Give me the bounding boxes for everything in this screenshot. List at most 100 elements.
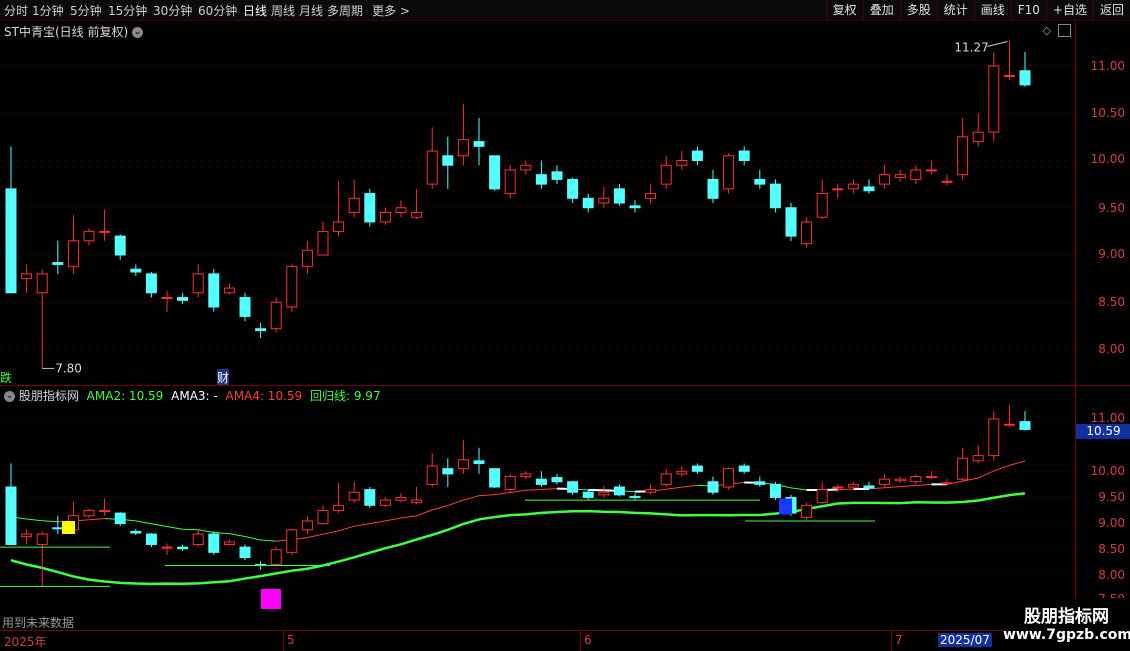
yellow-signal-marker	[62, 521, 75, 534]
ind-candle	[271, 550, 281, 565]
main-candle	[287, 266, 297, 307]
main-candle	[427, 151, 437, 184]
main-candle	[178, 298, 188, 301]
period-toolbar: 分时 1分钟 5分钟 15分钟 30分钟 60分钟 日线 周线 月线 多周期 更…	[0, 0, 1130, 21]
ama-line-segment	[261, 540, 277, 541]
f10-button[interactable]: F10	[1011, 0, 1046, 20]
y-tick: 11.00	[1091, 411, 1125, 425]
main-candle	[958, 137, 968, 175]
main-candle	[131, 269, 141, 272]
adjust-button[interactable]: 复权	[826, 0, 863, 20]
main-candle	[365, 194, 375, 222]
ind-candle	[911, 477, 921, 482]
ama-line-segment	[510, 490, 526, 492]
main-candle	[318, 231, 328, 255]
main-candle	[100, 231, 110, 232]
ind-candle	[427, 466, 437, 484]
main-candle	[895, 175, 905, 178]
main-candle	[84, 231, 94, 240]
ind-candle	[708, 482, 718, 492]
tf-intraday[interactable]: 分时	[4, 2, 28, 19]
y-tick: 8.50	[1098, 542, 1125, 556]
watermark: 股朋指标网 www.7gpzb.com	[1003, 598, 1130, 650]
ind-candle	[22, 534, 32, 537]
main-candle	[209, 274, 219, 307]
tf-15min[interactable]: 15分钟	[108, 2, 147, 19]
tf-60min[interactable]: 60分钟	[198, 2, 237, 19]
main-candle	[786, 208, 796, 236]
tf-monthly[interactable]: 月线	[299, 2, 323, 19]
regression-line	[11, 493, 1025, 584]
main-chart-panel[interactable]: ST中青宝(日线 前复权) ⌄ ◇ 11.277.80 跌 财	[0, 21, 1075, 385]
tf-1min[interactable]: 1分钟	[32, 2, 64, 19]
main-candle	[552, 172, 562, 180]
main-candle	[6, 189, 16, 293]
ama-line-segment	[401, 516, 417, 518]
ind-candle	[833, 487, 843, 488]
ama-line-segment	[89, 519, 105, 520]
tf-multi-period[interactable]: 多周期	[327, 2, 363, 19]
multi-stock-button[interactable]: 多股	[900, 0, 937, 20]
main-candle	[68, 241, 78, 267]
tf-daily[interactable]: 日线	[243, 2, 267, 19]
ind-candle	[692, 466, 702, 471]
main-candle	[724, 156, 734, 189]
tf-5min[interactable]: 5分钟	[70, 2, 102, 19]
main-candle	[739, 151, 749, 160]
ind-candle	[224, 542, 234, 545]
date-label: 7	[895, 633, 903, 647]
tf-more[interactable]: 更多 >	[372, 2, 410, 19]
main-candle	[1020, 71, 1030, 85]
toolbar-right-buttons: 复权 叠加 多股 统计 画线 F10 +自选 返回	[826, 0, 1130, 20]
ind-candle	[817, 490, 827, 503]
finance-marker[interactable]: 财	[217, 369, 229, 386]
ind-candle	[770, 484, 780, 497]
ama-line-segment	[323, 531, 339, 534]
main-candle	[240, 298, 250, 317]
ama-line-segment	[526, 490, 542, 491]
main-candle	[412, 212, 422, 217]
ama-line-segment	[885, 487, 901, 488]
y-tick: 8.00	[1098, 568, 1125, 582]
ind-candle	[334, 505, 344, 510]
indicator-chart	[0, 386, 1075, 630]
draw-button[interactable]: 画线	[974, 0, 1011, 20]
ama-line-segment	[791, 488, 807, 490]
main-candle	[443, 156, 453, 165]
main-candle	[458, 140, 468, 156]
main-candle	[349, 198, 359, 212]
ind-candle	[1004, 424, 1014, 425]
main-candle	[802, 222, 812, 244]
main-candle	[53, 263, 63, 265]
ind-candle	[193, 534, 203, 544]
future-data-note: 用到未来数据	[2, 614, 74, 631]
ama-line-segment	[339, 526, 355, 531]
ind-candle	[942, 483, 952, 484]
ama-line-segment	[151, 524, 167, 527]
ind-candle	[630, 496, 640, 497]
ind-candle	[458, 460, 468, 469]
stats-button[interactable]: 统计	[937, 0, 974, 20]
indicator-panel[interactable]: ⌄ 股朋指标网 AMA2: 10.59 AMA3: - AMA4: 10.59 …	[0, 386, 1075, 630]
tf-30min[interactable]: 30分钟	[153, 2, 192, 19]
date-separator	[891, 631, 892, 651]
main-candle	[911, 170, 921, 179]
overlay-button[interactable]: 叠加	[863, 0, 900, 20]
high-arrow	[987, 41, 1007, 46]
ama-line-segment	[994, 465, 1010, 471]
ama-line-segment	[432, 506, 448, 510]
ind-candle	[848, 484, 858, 487]
watermark-url: www.7gpzb.com	[1003, 627, 1130, 643]
main-candle	[583, 198, 593, 207]
current-date-badge: 2025/07	[938, 633, 992, 647]
main-candle	[474, 142, 484, 147]
date-separator	[580, 631, 581, 651]
ind-candle	[583, 492, 593, 497]
ind-candle	[240, 547, 250, 557]
tf-weekly[interactable]: 周线	[271, 2, 295, 19]
add-watchlist-button[interactable]: +自选	[1046, 0, 1093, 20]
ama-line-segment	[666, 487, 682, 489]
y-tick: 9.50	[1098, 490, 1125, 504]
y-tick: 10.50	[1091, 106, 1125, 120]
back-button[interactable]: 返回	[1093, 0, 1130, 20]
